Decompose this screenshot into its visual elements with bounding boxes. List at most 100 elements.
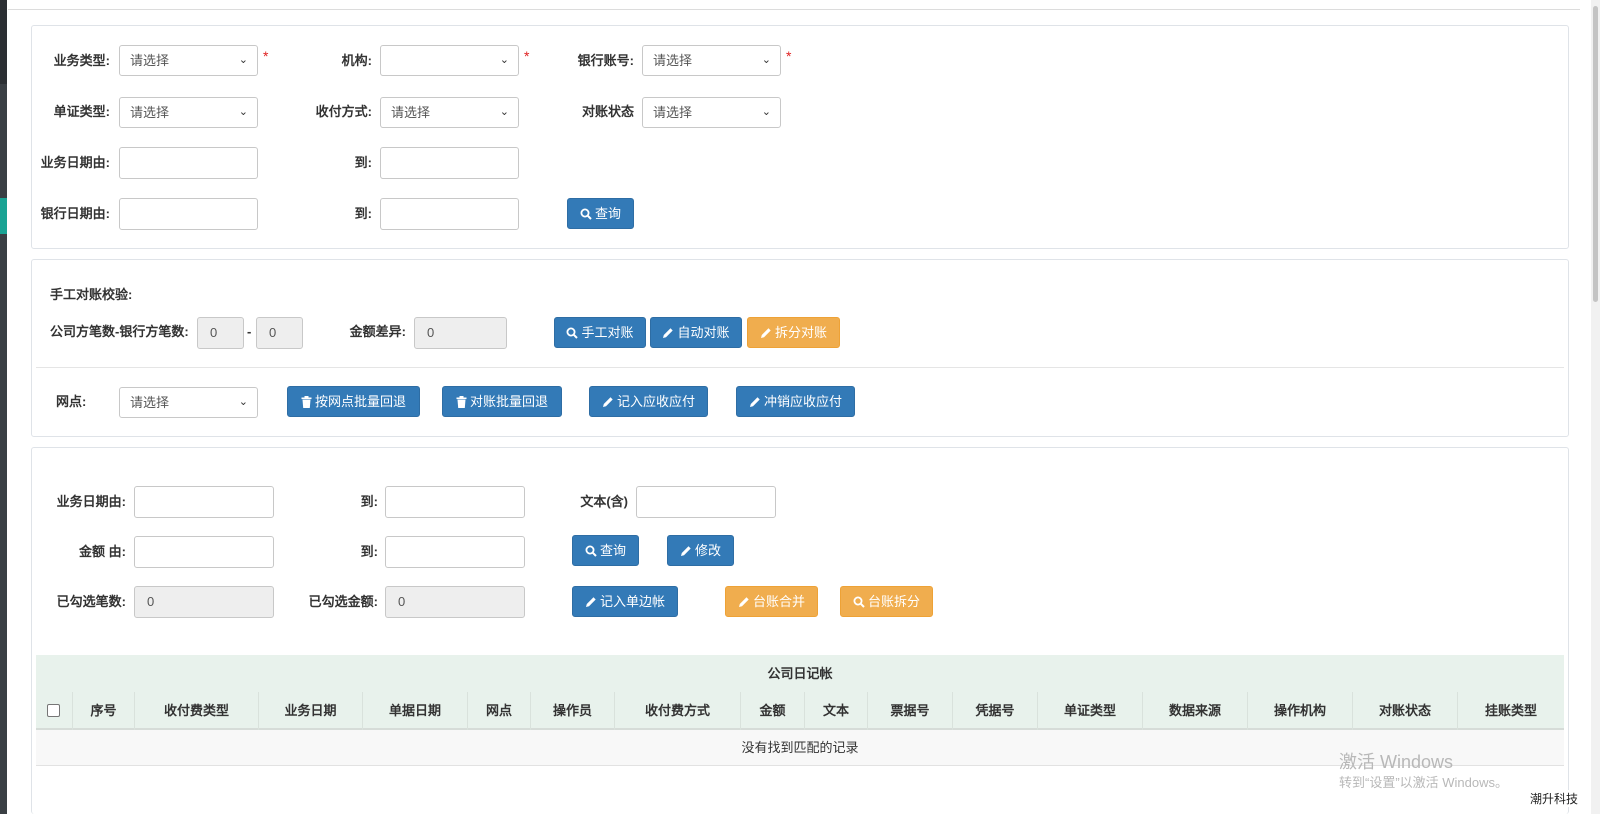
bank-date-to-input[interactable] <box>380 198 519 230</box>
ledger-biz-date-to-input[interactable] <box>385 486 525 518</box>
ledger-biz-date-from-label: 业务日期由: <box>56 494 126 509</box>
select-all-checkbox[interactable] <box>47 704 60 717</box>
scrollbar-thumb[interactable] <box>1593 6 1598 302</box>
reverse-receivable-button[interactable]: 冲销应收应付 <box>736 386 855 417</box>
query-button[interactable]: 查询 <box>567 198 634 229</box>
required-mark: * <box>786 48 792 64</box>
amount-from-input[interactable] <box>134 536 274 568</box>
trash-icon <box>456 389 467 418</box>
biz-date-to-input[interactable] <box>380 147 519 179</box>
pencil-icon <box>602 389 614 418</box>
biz-type-select[interactable]: 请选择 ⌄ <box>119 45 258 76</box>
count-separator: - <box>247 324 252 339</box>
ledger-biz-date-to-label: 到: <box>360 494 378 509</box>
bank-date-to-label: 到: <box>354 206 372 221</box>
table-empty-row: 没有找到匹配的记录 <box>36 730 1564 766</box>
select-all-cell <box>36 692 72 730</box>
voucher-type-label: 单证类型: <box>53 104 110 119</box>
biz-date-from-input[interactable] <box>119 147 258 179</box>
manual-recon-button[interactable]: 手工对账 <box>554 317 646 348</box>
table-header: 序号 收付费类型 业务日期 单据日期 网点 操作员 收付费方式 金额 文本 票据… <box>36 692 1564 730</box>
col-header[interactable]: 凭据号 <box>952 692 1037 730</box>
bank-account-select[interactable]: 请选择 ⌄ <box>642 45 781 76</box>
col-header[interactable]: 单证类型 <box>1037 692 1142 730</box>
search-icon <box>853 589 865 618</box>
required-mark: * <box>524 48 530 64</box>
selected-amount-field: 0 <box>385 586 525 618</box>
batch-rollback-recon-button[interactable]: 对账批量回退 <box>442 386 562 417</box>
col-header[interactable]: 数据来源 <box>1142 692 1247 730</box>
recon-status-label: 对账状态 <box>581 104 634 119</box>
recon-status-select[interactable]: 请选择 ⌄ <box>642 97 781 128</box>
amount-to-input[interactable] <box>385 536 525 568</box>
bank-account-label: 银行账号: <box>577 53 634 68</box>
chevron-down-icon: ⌄ <box>499 106 509 118</box>
split-recon-button[interactable]: 拆分对账 <box>747 317 840 348</box>
biz-date-to-label: 到: <box>354 155 372 170</box>
branch-select[interactable]: 请选择 ⌄ <box>119 387 258 418</box>
required-mark: * <box>263 48 269 64</box>
col-header[interactable]: 序号 <box>72 692 134 730</box>
biz-type-label: 业务类型: <box>53 53 110 68</box>
branch-label: 网点: <box>56 394 87 409</box>
search-icon <box>585 538 597 567</box>
pencil-icon <box>749 389 761 418</box>
col-header[interactable]: 文本 <box>804 692 867 730</box>
text-contains-label: 文本(含) <box>580 494 628 509</box>
amount-from-label: 金额 由: <box>79 544 126 559</box>
record-single-entry-button[interactable]: 记入单边帐 <box>572 586 678 617</box>
chevron-down-icon: ⌄ <box>761 54 771 66</box>
batch-rollback-by-branch-button[interactable]: 按网点批量回退 <box>287 386 420 417</box>
selected-count-field: 0 <box>134 586 274 618</box>
bank-date-from-label: 银行日期由: <box>40 206 110 221</box>
chevron-down-icon: ⌄ <box>238 54 248 66</box>
text-contains-input[interactable] <box>636 486 776 518</box>
ledger-edit-button[interactable]: 修改 <box>667 535 734 566</box>
col-header[interactable]: 操作机构 <box>1247 692 1352 730</box>
voucher-type-select[interactable]: 请选择 ⌄ <box>119 97 258 128</box>
selected-count-label: 已勾选笔数: <box>56 594 126 609</box>
col-header[interactable]: 操作员 <box>530 692 614 730</box>
top-tab-strip <box>8 0 1580 10</box>
col-header[interactable]: 挂账类型 <box>1457 692 1564 730</box>
sidebar-active-indicator <box>0 198 7 234</box>
ledger-split-button[interactable]: 台账拆分 <box>840 586 933 617</box>
amount-diff-label: 金额差异: <box>349 324 406 339</box>
col-header[interactable]: 网点 <box>467 692 530 730</box>
chevron-down-icon: ⌄ <box>238 106 248 118</box>
col-header[interactable]: 收付费类型 <box>134 692 258 730</box>
selected-amount-label: 已勾选金额: <box>308 594 378 609</box>
vertical-scrollbar[interactable] <box>1591 0 1600 814</box>
pencil-icon <box>738 589 750 618</box>
col-header[interactable]: 对账状态 <box>1352 692 1457 730</box>
pencil-icon <box>680 538 692 567</box>
ledger-biz-date-from-input[interactable] <box>134 486 274 518</box>
windows-activation-watermark: 激活 Windows <box>1339 752 1454 772</box>
col-header[interactable]: 收付费方式 <box>614 692 740 730</box>
left-sidebar-edge <box>0 0 7 814</box>
search-icon <box>580 201 592 230</box>
pencil-icon <box>662 320 674 349</box>
auto-recon-button[interactable]: 自动对账 <box>650 317 742 348</box>
record-receivable-button[interactable]: 记入应收应付 <box>589 386 708 417</box>
col-header[interactable]: 票据号 <box>867 692 952 730</box>
amount-to-label: 到: <box>360 544 378 559</box>
trash-icon <box>301 389 312 418</box>
col-header[interactable]: 金额 <box>740 692 804 730</box>
filter-panel <box>31 25 1569 249</box>
pencil-icon <box>585 589 597 618</box>
company-count-field: 0 <box>197 317 244 349</box>
search-icon <box>566 320 579 349</box>
col-header[interactable]: 单据日期 <box>362 692 467 730</box>
ledger-query-button[interactable]: 查询 <box>572 535 639 566</box>
pay-method-select[interactable]: 请选择 ⌄ <box>380 97 519 128</box>
bank-count-field: 0 <box>256 317 303 349</box>
sidebar-dark-band <box>0 0 7 84</box>
bank-date-from-input[interactable] <box>119 198 258 230</box>
brand-watermark: 潮升科技 <box>1528 790 1581 807</box>
pay-method-label: 收付方式: <box>315 104 372 119</box>
col-header[interactable]: 业务日期 <box>258 692 362 730</box>
manual-recon-title: 手工对账校验: <box>50 287 133 302</box>
ledger-merge-button[interactable]: 台账合并 <box>725 586 818 617</box>
org-select[interactable]: ⌄ <box>380 45 519 76</box>
